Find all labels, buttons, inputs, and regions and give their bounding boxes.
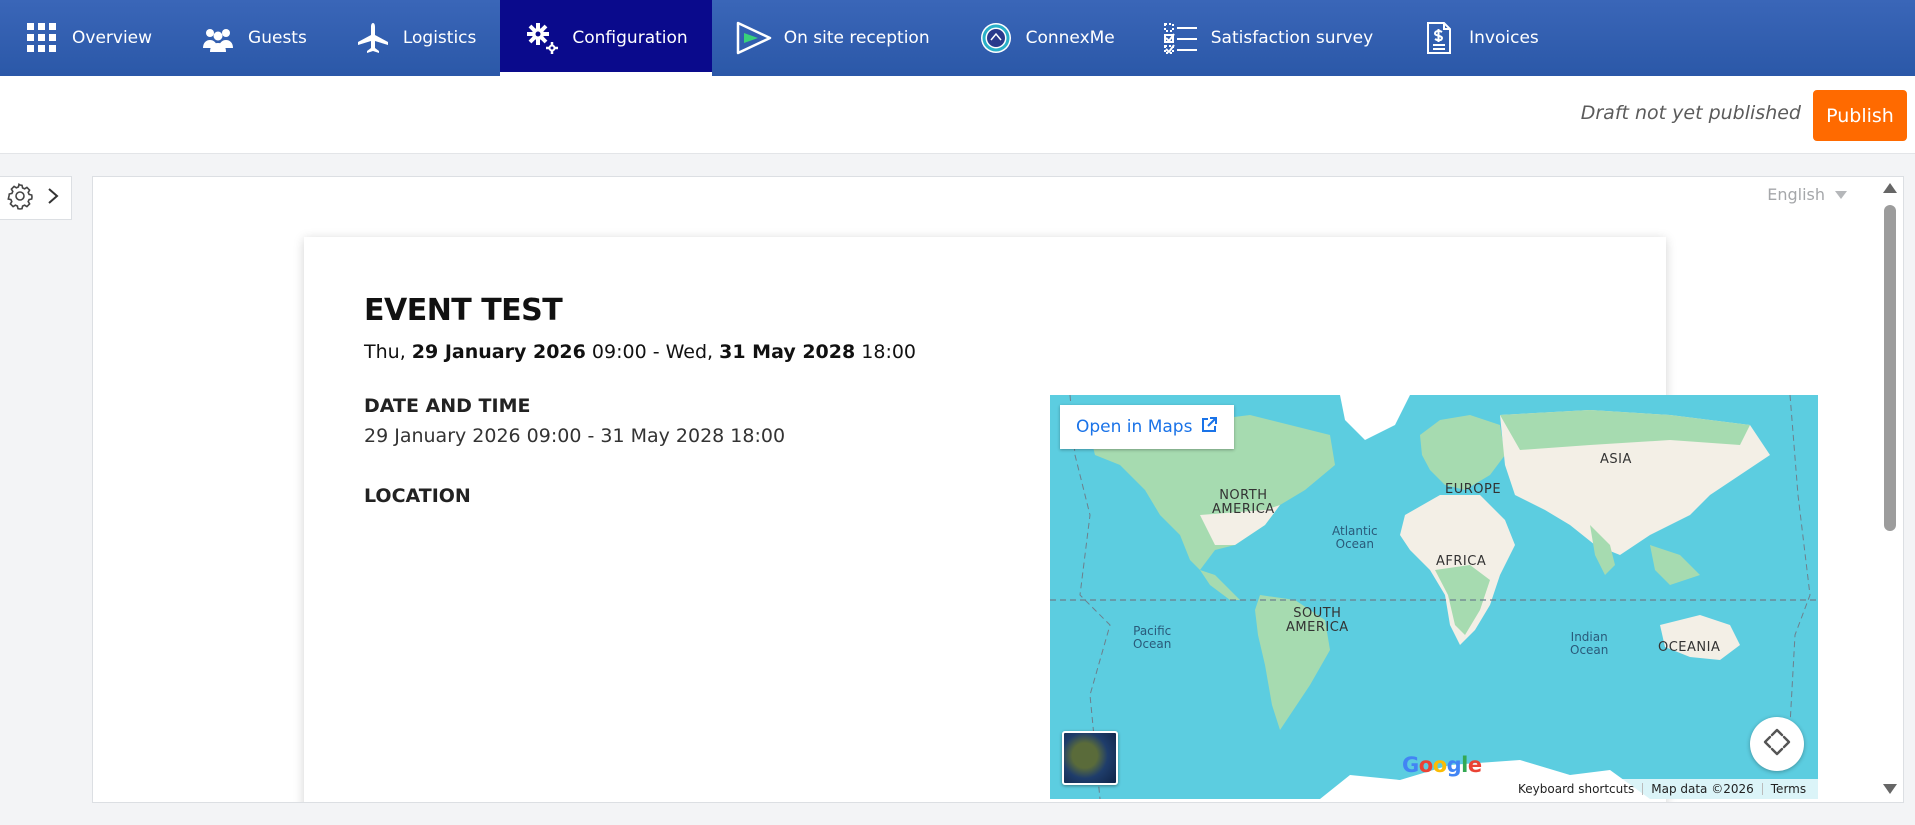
- play-triangle-icon: [736, 20, 772, 56]
- draft-status: Draft not yet published: [1580, 102, 1801, 124]
- caret-down-icon: [1835, 190, 1847, 199]
- keyboard-shortcuts-link[interactable]: Keyboard shortcuts: [1510, 782, 1642, 796]
- map-label-oceania: OCEANIA: [1658, 640, 1721, 655]
- external-link-icon: [1200, 416, 1218, 439]
- date-time-value: 29 January 2026 09:00 - 31 May 2028 18:0…: [364, 425, 786, 447]
- grid-icon: [24, 20, 60, 56]
- language-select-value: English: [1767, 185, 1825, 204]
- map-label-south-america: SOUTH AMERICA: [1286, 606, 1349, 635]
- top-navigation: Overview Guests Logistics Configuration …: [0, 0, 1915, 76]
- event-card: EVENT TEST Thu, 29 January 2026 09:00 - …: [304, 237, 1818, 802]
- location-map[interactable]: Open in Maps NORTH AMERICA EUROPE ASIA A…: [1050, 395, 1818, 799]
- event-date-range: Thu, 29 January 2026 09:00 - Wed, 31 May…: [364, 341, 916, 363]
- settings-panel-toggle[interactable]: [0, 176, 72, 220]
- map-label-north-america: NORTH AMERICA: [1212, 488, 1275, 517]
- open-in-maps-button[interactable]: Open in Maps: [1060, 405, 1235, 449]
- open-in-maps-label: Open in Maps: [1076, 417, 1193, 437]
- nav-invoices-label: Invoices: [1469, 28, 1539, 48]
- nav-connexme[interactable]: ConnexMe: [954, 0, 1139, 76]
- nav-satisfaction-survey-label: Satisfaction survey: [1210, 28, 1374, 48]
- preview-frame: English EVENT TEST Thu, 29 January 2026 …: [92, 176, 1904, 803]
- nav-overview-label: Overview: [72, 28, 153, 48]
- language-select[interactable]: English: [1767, 185, 1847, 204]
- map-data-attribution: Map data ©2026: [1651, 782, 1754, 796]
- start-time: 09:00: [591, 341, 647, 363]
- google-logo: Google: [1402, 753, 1482, 777]
- invoice-icon: [1421, 20, 1457, 56]
- publish-button[interactable]: Publish: [1813, 90, 1907, 141]
- nav-on-site-reception-label: On site reception: [783, 28, 930, 48]
- airplane-icon: [355, 20, 391, 56]
- terms-link[interactable]: Terms: [1763, 782, 1814, 796]
- location-heading: LOCATION: [364, 485, 471, 507]
- scrollbar[interactable]: [1881, 177, 1897, 802]
- nav-satisfaction-survey[interactable]: Satisfaction survey: [1139, 0, 1397, 76]
- users-icon: [200, 20, 236, 56]
- chevron-right-icon[interactable]: [46, 187, 60, 209]
- map-attribution-bar: Keyboard shortcuts Map data ©2026 Terms: [1510, 779, 1818, 799]
- nav-connexme-label: ConnexMe: [1025, 28, 1115, 48]
- action-bar: Draft not yet published Publish: [0, 76, 1915, 154]
- map-label-europe: EUROPE: [1445, 482, 1502, 497]
- scroll-up-arrow-icon[interactable]: [1883, 183, 1897, 193]
- end-date: 31 May 2028: [719, 341, 856, 363]
- nav-configuration[interactable]: Configuration: [500, 0, 712, 76]
- map-label-africa: AFRICA: [1436, 554, 1487, 569]
- gear-icon[interactable]: [6, 182, 34, 214]
- nav-configuration-label: Configuration: [572, 28, 688, 48]
- world-map-graphic: [1050, 395, 1818, 799]
- date-separator: - Wed,: [652, 341, 714, 363]
- nav-guests[interactable]: Guests: [176, 0, 331, 76]
- move-arrows-icon: [1763, 728, 1791, 760]
- nav-on-site-reception[interactable]: On site reception: [712, 0, 954, 76]
- map-label-atlantic-ocean: Atlantic Ocean: [1332, 524, 1378, 551]
- start-date: 29 January 2026: [411, 341, 586, 363]
- map-label-asia: ASIA: [1600, 452, 1632, 467]
- map-label-indian-ocean: Indian Ocean: [1570, 630, 1609, 657]
- date-time-heading: DATE AND TIME: [364, 395, 531, 417]
- nav-guests-label: Guests: [248, 28, 307, 48]
- event-title: EVENT TEST: [364, 293, 563, 328]
- map-label-pacific-ocean: Pacific Ocean: [1133, 624, 1172, 651]
- map-camera-control[interactable]: [1750, 717, 1804, 771]
- connexme-icon: [978, 20, 1014, 56]
- gears-icon: [524, 20, 560, 56]
- nav-invoices[interactable]: Invoices: [1397, 0, 1563, 76]
- checklist-icon: [1163, 20, 1199, 56]
- satellite-layer-toggle[interactable]: [1062, 731, 1118, 785]
- nav-overview[interactable]: Overview: [0, 0, 176, 76]
- start-day: Thu,: [364, 341, 406, 363]
- nav-logistics-label: Logistics: [402, 28, 477, 48]
- scrollbar-thumb[interactable]: [1884, 205, 1896, 531]
- nav-logistics[interactable]: Logistics: [331, 0, 501, 76]
- scroll-down-arrow-icon[interactable]: [1883, 784, 1897, 794]
- end-time: 18:00: [861, 341, 917, 363]
